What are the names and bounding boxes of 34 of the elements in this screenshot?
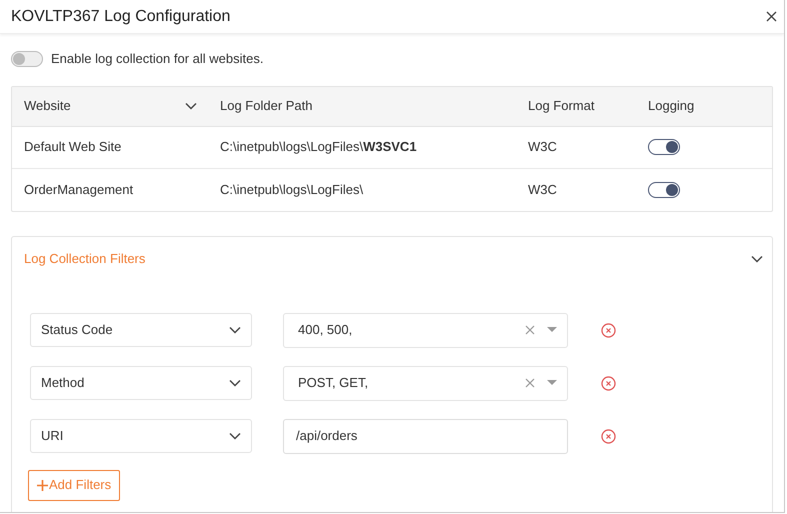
clear-icon[interactable] xyxy=(525,325,535,335)
remove-icon[interactable] xyxy=(601,428,616,444)
toggle-switch[interactable] xyxy=(11,50,43,67)
values-select[interactable]: 400, 500, xyxy=(283,312,568,348)
dropdown-arrow-icon[interactable] xyxy=(547,327,557,333)
dropdown-arrow-icon[interactable] xyxy=(547,380,557,386)
input-field[interactable]: /api/orders xyxy=(283,418,568,454)
table-cell-text: W3C xyxy=(528,138,558,156)
column-header: Website xyxy=(24,97,71,116)
table-cell-text: C:\inetpub\logs\LogFiles\W3SVC1 xyxy=(219,138,418,156)
field-select[interactable]: Method xyxy=(30,366,252,400)
chevron-down-icon xyxy=(229,379,241,387)
table-cell-text: Default Web Site xyxy=(23,138,122,156)
column-header: Log Folder Path xyxy=(219,97,314,116)
close-icon[interactable] xyxy=(766,11,777,22)
chevron-down-icon xyxy=(229,326,241,334)
remove-icon[interactable] xyxy=(601,376,616,390)
field-select[interactable]: URI xyxy=(30,419,252,453)
table-cell-text: OrderManagement xyxy=(23,180,134,199)
column-header: Log Format xyxy=(528,97,596,116)
chevron-down-icon xyxy=(185,102,197,110)
plus-icon xyxy=(37,480,48,490)
table-cell-text: W3C xyxy=(528,180,558,199)
window-title: KOVLTP367 Log Configuration xyxy=(11,6,230,26)
clear-icon[interactable] xyxy=(525,378,535,388)
toggle-switch[interactable] xyxy=(648,139,680,155)
toggle-switch[interactable] xyxy=(648,182,680,198)
enable-label: Enable log collection for all websites. xyxy=(51,50,264,68)
field-select[interactable]: Status Code xyxy=(30,313,252,347)
chevron-down-icon xyxy=(229,432,241,440)
remove-icon[interactable] xyxy=(601,322,616,338)
table-cell-text: C:\inetpub\logs\LogFiles\ xyxy=(219,180,364,199)
column-header: Logging xyxy=(648,97,694,116)
values-select[interactable]: POST, GET, xyxy=(283,366,568,400)
